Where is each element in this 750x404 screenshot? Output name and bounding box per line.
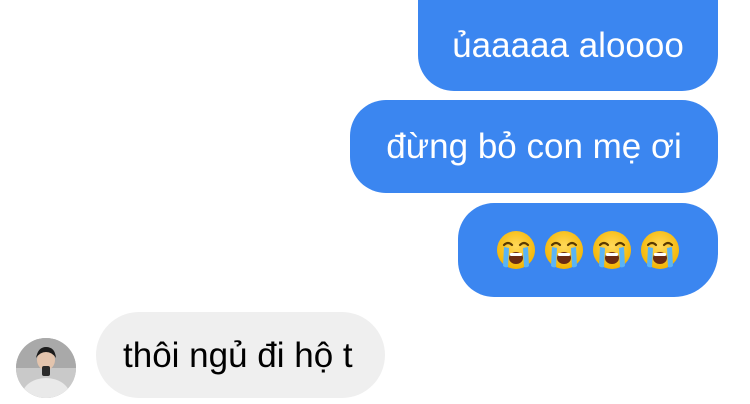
loudly-crying-face-icon: [545, 231, 583, 269]
message-text: thôi ngủ đi hộ t: [123, 335, 353, 375]
avatar-photo: [16, 338, 76, 398]
message-text: ủaaaaa aloooo: [452, 26, 684, 65]
loudly-crying-face-icon: [497, 231, 535, 269]
emoji-row: [496, 230, 680, 270]
avatar[interactable]: [16, 338, 76, 398]
outgoing-message-bubble[interactable]: ủaaaaa aloooo: [418, 0, 718, 91]
loudly-crying-face-icon: [641, 231, 679, 269]
message-text: đừng bỏ con mẹ ơi: [386, 127, 682, 166]
loudly-crying-face-icon: [593, 231, 631, 269]
outgoing-message-bubble[interactable]: đừng bỏ con mẹ ơi: [350, 100, 718, 193]
outgoing-emoji-message-bubble[interactable]: [458, 203, 718, 297]
incoming-message-bubble[interactable]: thôi ngủ đi hộ t: [96, 312, 385, 398]
